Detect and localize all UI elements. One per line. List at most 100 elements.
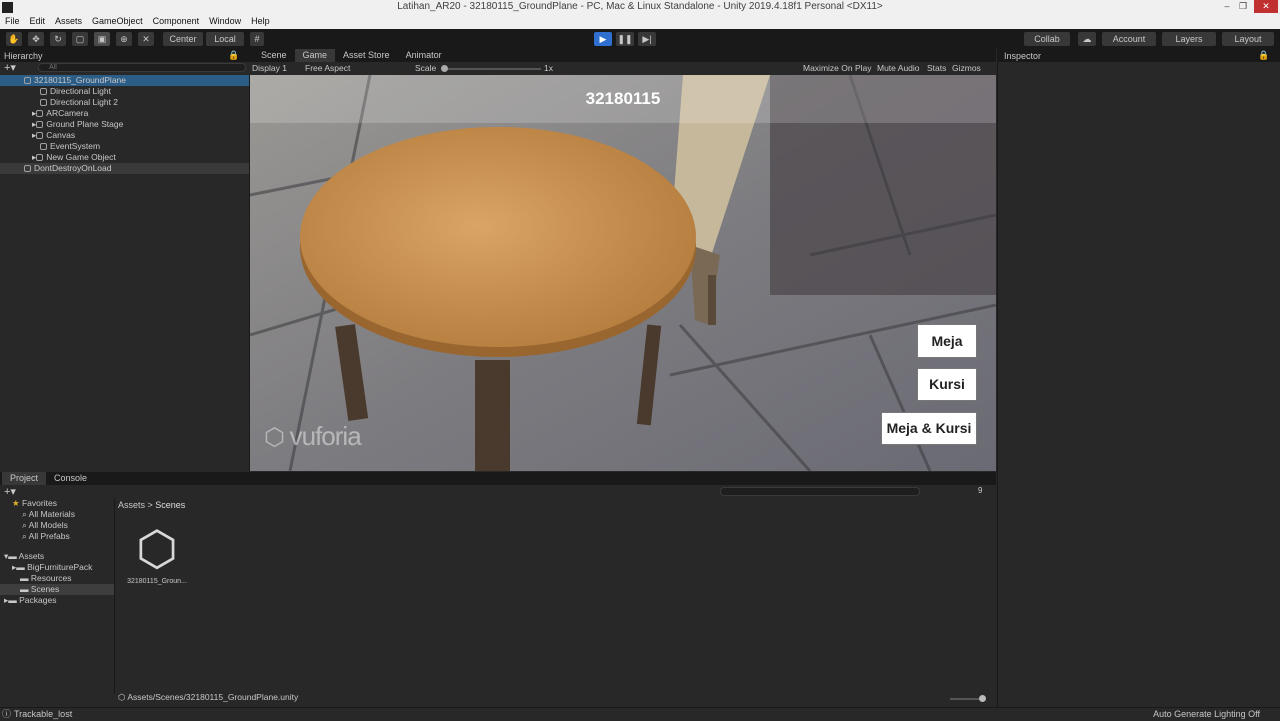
hierarchy-item[interactable]: EventSystem — [0, 141, 249, 152]
meja-button[interactable]: Meja — [917, 324, 977, 358]
hierarchy-item[interactable]: ▸ Ground Plane Stage — [0, 119, 249, 130]
aspect-dropdown[interactable]: Free Aspect — [305, 62, 350, 75]
scale-slider-thumb[interactable] — [441, 65, 448, 72]
minimize-button[interactable]: – — [1220, 0, 1234, 13]
hierarchy-item[interactable]: Directional Light — [0, 86, 249, 97]
hierarchy-search-input[interactable] — [38, 63, 246, 72]
pivot-center-toggle[interactable]: Center — [163, 32, 203, 46]
window-titlebar: Latihan_AR20 - 32180115_GroundPlane - PC… — [0, 0, 1280, 15]
rotate-tool-icon[interactable]: ↻ — [50, 32, 66, 46]
hierarchy-item[interactable]: Directional Light 2 — [0, 97, 249, 108]
tab-project[interactable]: Project — [2, 472, 47, 485]
icon-size-slider-thumb[interactable] — [979, 695, 986, 702]
game-viewport[interactable]: 32180115 ⬡ vuforia Meja Kursi Meja & Kur… — [250, 75, 996, 471]
gameobject-icon — [36, 154, 44, 161]
favorites-folder[interactable]: ★ Favorites — [0, 498, 114, 509]
hierarchy-scene-row[interactable]: 32180115_GroundPlane — [0, 75, 249, 86]
collab-dropdown[interactable]: Collab — [1024, 32, 1070, 46]
kursi-button[interactable]: Kursi — [917, 368, 977, 401]
menu-window[interactable]: Window — [204, 15, 246, 26]
folder-icon: ▸▬ — [4, 595, 20, 605]
maximize-on-play-toggle[interactable]: Maximize On Play — [803, 62, 872, 75]
menu-help[interactable]: Help — [246, 15, 275, 26]
lock-icon[interactable]: 🔒 — [228, 50, 239, 61]
cloud-icon[interactable]: ☁ — [1078, 32, 1096, 46]
step-button[interactable]: ▶| — [638, 32, 656, 46]
folder-icon: ▬ — [20, 573, 31, 583]
grid-snap-icon[interactable]: # — [250, 32, 264, 46]
menu-assets[interactable]: Assets — [50, 15, 87, 26]
main-toolbar: ✋ ✥ ↻ ▢ ▣ ⊕ ✕ Center Local # ▶ ❚❚ ▶| Col… — [0, 29, 1280, 49]
tab-animator[interactable]: Animator — [398, 49, 450, 62]
hidden-packages-count: 9 — [978, 486, 983, 495]
meja-kursi-button[interactable]: Meja & Kursi — [881, 412, 977, 445]
asset-path: ⬡ Assets/Scenes/32180115_GroundPlane.uni… — [118, 692, 299, 702]
info-icon: ⓘ — [2, 709, 12, 719]
tab-asset-store[interactable]: Asset Store — [335, 49, 398, 62]
hierarchy-item[interactable]: ▸ New Game Object — [0, 152, 249, 163]
packages-folder[interactable]: ▸▬ Packages — [0, 595, 114, 606]
custom-tool-icon[interactable]: ✕ — [138, 32, 154, 46]
vuforia-logo-icon: ⬡ — [264, 424, 290, 451]
add-icon[interactable]: +▾ — [4, 61, 16, 74]
tab-game[interactable]: Game — [294, 49, 336, 62]
display-dropdown[interactable]: Display 1 — [252, 62, 287, 75]
move-tool-icon[interactable]: ✥ — [28, 32, 44, 46]
gizmos-dropdown[interactable]: Gizmos — [952, 62, 981, 75]
pause-button[interactable]: ❚❚ — [616, 32, 634, 46]
star-icon: ★ — [12, 498, 22, 508]
status-message[interactable]: Trackable_lost — [14, 708, 72, 721]
breadcrumb-assets[interactable]: Assets — [118, 500, 145, 510]
close-button[interactable]: ✕ — [1254, 0, 1278, 13]
menu-component[interactable]: Component — [148, 15, 205, 26]
overlay-title: 32180115 — [585, 89, 661, 108]
maximize-button[interactable]: ❐ — [1236, 0, 1250, 13]
transform-tool-icon[interactable]: ⊕ — [116, 32, 132, 46]
stats-toggle[interactable]: Stats — [927, 62, 946, 75]
view-tabs: Scene Game Asset Store Animator — [249, 49, 996, 62]
icon-size-slider[interactable] — [950, 695, 986, 702]
asset-folder-item[interactable]: ▸▬ BigFurniturePack — [0, 562, 114, 573]
play-button[interactable]: ▶ — [594, 32, 612, 46]
account-dropdown[interactable]: Account — [1102, 32, 1156, 46]
mute-audio-toggle[interactable]: Mute Audio — [877, 62, 920, 75]
search-icon: ⌕ — [22, 531, 29, 541]
asset-folder-item[interactable]: ▬ Resources — [0, 573, 114, 584]
menu-file[interactable]: File — [0, 15, 25, 26]
rect-tool-icon[interactable]: ▣ — [94, 32, 110, 46]
tab-scene[interactable]: Scene — [253, 49, 295, 62]
game-view-panel: Scene Game Asset Store Animator Display 1 F… — [249, 49, 996, 471]
gameobject-icon — [40, 99, 47, 106]
add-icon[interactable]: +▾ — [4, 485, 16, 498]
scene-asset-tile[interactable]: ⬡ 32180115_Groun... — [124, 522, 190, 585]
pivot-local-toggle[interactable]: Local — [206, 32, 244, 46]
tab-console[interactable]: Console — [46, 472, 95, 485]
lighting-status: Auto Generate Lighting Off — [1153, 709, 1260, 719]
hierarchy-item[interactable]: ▸ Canvas — [0, 130, 249, 141]
hand-tool-icon[interactable]: ✋ — [6, 32, 22, 46]
favorite-item[interactable]: ⌕ All Prefabs — [0, 531, 114, 542]
menu-edit[interactable]: Edit — [25, 15, 51, 26]
scale-label: Scale — [415, 63, 437, 73]
asset-folder-item[interactable]: ▬ Scenes — [0, 584, 114, 595]
menu-gameobject[interactable]: GameObject — [87, 15, 148, 26]
lock-icon[interactable]: 🔒 — [1258, 50, 1269, 61]
assets-folder[interactable]: ▾▬ Assets — [0, 551, 114, 562]
folder-icon: ▸▬ — [12, 562, 28, 572]
scale-slider[interactable] — [441, 65, 541, 72]
favorite-item[interactable]: ⌕ All Materials — [0, 509, 114, 520]
scale-tool-icon[interactable]: ▢ — [72, 32, 88, 46]
gameobject-icon — [36, 121, 44, 128]
hierarchy-panel: Hierarchy 🔒 +▾ 32180115_GroundPlane Dire… — [0, 49, 249, 471]
hierarchy-tab[interactable]: Hierarchy — [4, 51, 43, 61]
layout-dropdown[interactable]: Layout — [1222, 32, 1274, 46]
breadcrumb-scenes[interactable]: Scenes — [155, 500, 185, 510]
hierarchy-item[interactable]: ▸ ARCamera — [0, 108, 249, 119]
inspector-tab[interactable]: Inspector — [1004, 51, 1041, 61]
hierarchy-dontdestroy-row[interactable]: DontDestroyOnLoad — [0, 163, 249, 174]
favorite-item[interactable]: ⌕ All Models — [0, 520, 114, 531]
scene-icon — [24, 165, 31, 172]
layers-dropdown[interactable]: Layers — [1162, 32, 1216, 46]
project-search-input[interactable] — [720, 487, 920, 496]
menu-bar: File Edit Assets GameObject Component Window H… — [0, 15, 1280, 29]
